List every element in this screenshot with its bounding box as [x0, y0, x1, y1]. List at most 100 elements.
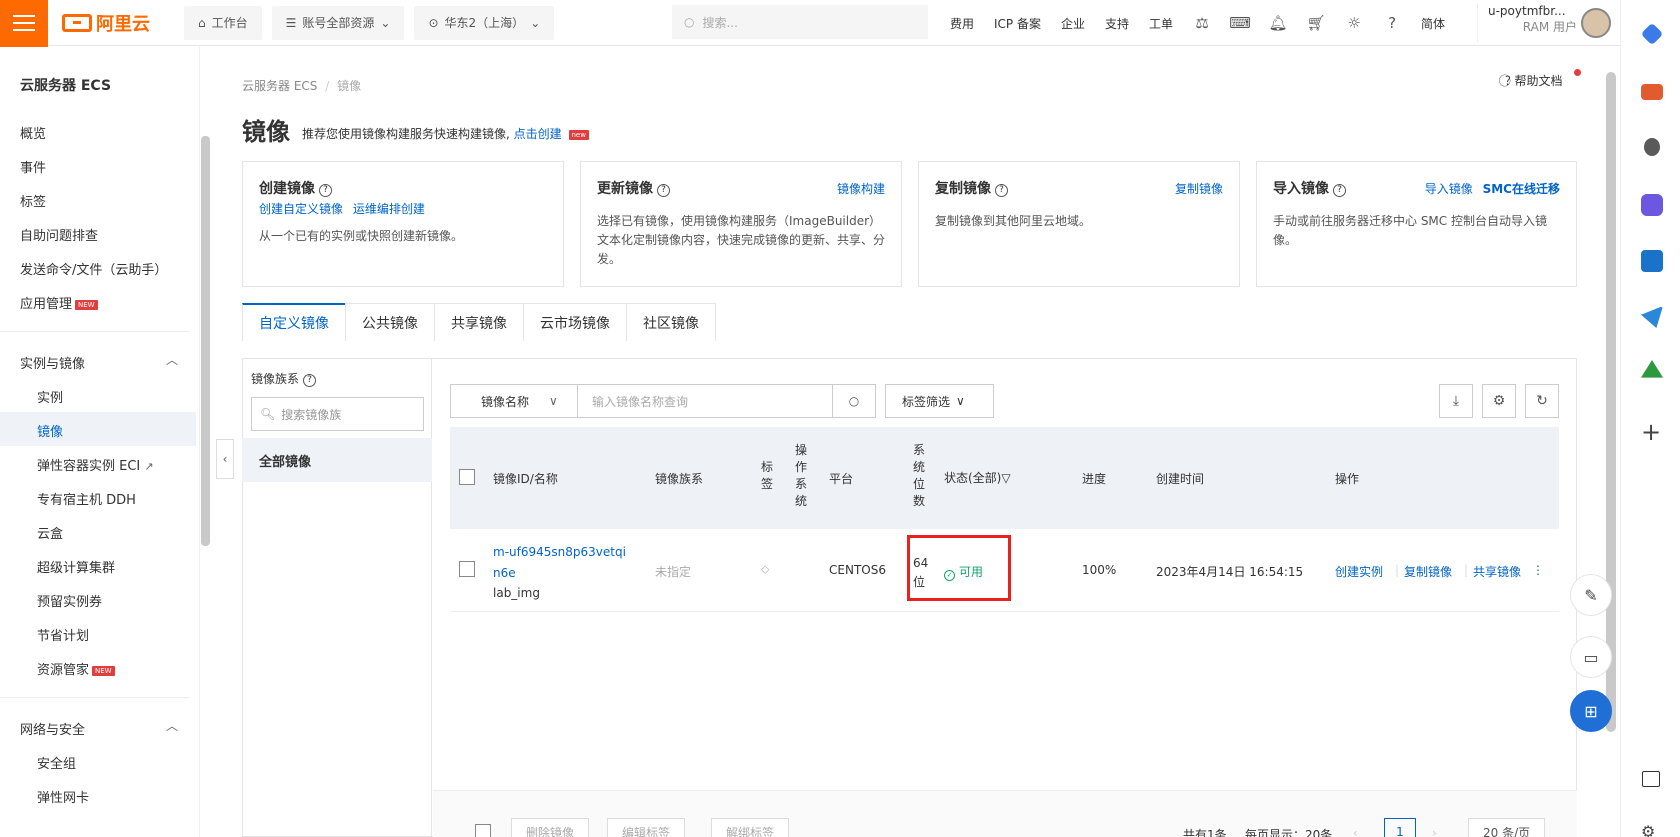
settings-icon[interactable]: ⚙ — [1641, 822, 1655, 837]
page-size-select[interactable]: 20 条/页 — [1468, 818, 1546, 837]
sidebar-item-cloud-assistant[interactable]: 发送命令/文件（云助手） — [20, 259, 167, 278]
sidebar-item-overview[interactable]: 概览 — [20, 123, 46, 142]
sidebar-item-eci[interactable]: 弹性容器实例 ECI ↗ — [37, 455, 154, 474]
puzzle-icon[interactable] — [1641, 194, 1663, 216]
tree-icon[interactable] — [1641, 360, 1663, 378]
tab-marketplace-images[interactable]: 云市场镜像 — [523, 303, 627, 341]
tab-shared-images[interactable]: 共享镜像 — [434, 303, 524, 341]
question-icon[interactable]: ? — [319, 184, 332, 197]
toolbox-icon[interactable] — [1641, 84, 1663, 100]
sidebar-item-eni[interactable]: 弹性网卡 — [37, 787, 89, 806]
create-custom-image-link[interactable]: 创建自定义镜像 — [259, 202, 343, 216]
sidebar-item-scc[interactable]: 超级计算集群 — [37, 557, 115, 576]
row-checkbox[interactable] — [459, 561, 475, 577]
header-status[interactable]: 状态(全部)▽ — [944, 469, 1011, 486]
tab-custom-images[interactable]: 自定义镜像 — [242, 303, 346, 341]
sidebar-group-network-security[interactable]: 网络与安全 — [20, 719, 85, 738]
send-icon[interactable] — [1641, 306, 1663, 328]
aliyun-logo[interactable]: 阿里云 — [62, 10, 162, 36]
sidebar-item-images[interactable]: 镜像 — [37, 421, 63, 440]
more-icon[interactable]: ⋮ — [1532, 563, 1544, 577]
refresh-button[interactable]: ↻ — [1525, 384, 1559, 418]
sidebar-item-cloudbox[interactable]: 云盒 — [37, 523, 63, 542]
copy-image-link[interactable]: 复制镜像 — [1175, 180, 1223, 197]
link-icp[interactable]: ICP 备案 — [994, 15, 1041, 32]
image-builder-link[interactable]: 镜像构建 — [837, 180, 885, 197]
family-all-images[interactable]: 全部镜像 — [242, 438, 432, 482]
import-image-link[interactable]: 导入镜像 — [1425, 182, 1473, 196]
prev-page-icon[interactable]: ‹ — [1353, 826, 1358, 837]
oos-create-link[interactable]: 运维编排创建 — [353, 202, 425, 216]
sidebar-item-savings-plan[interactable]: 节省计划 — [37, 625, 89, 644]
chevron-up-icon[interactable]: ︿ — [166, 717, 178, 734]
user-group-icon[interactable] — [1644, 138, 1660, 156]
tag-icon[interactable] — [1640, 22, 1664, 46]
page-number[interactable]: 1 — [1384, 818, 1416, 837]
link-ticket[interactable]: 工单 — [1149, 15, 1173, 32]
tab-community-images[interactable]: 社区镜像 — [626, 303, 716, 341]
feedback-float-button[interactable]: ▭ — [1570, 636, 1612, 678]
edit-tags-button[interactable]: 编辑标签 — [607, 818, 686, 837]
collapse-sidebar-button[interactable]: ‹ — [216, 439, 234, 479]
tag-icon[interactable]: ⬦ — [761, 562, 769, 577]
create-instance-link[interactable]: 创建实例 — [1335, 563, 1383, 580]
search-button[interactable]: ○ — [832, 384, 876, 418]
region-dropdown[interactable]: ⊙ 华东2（上海） ⌄ — [414, 5, 555, 40]
link-billing[interactable]: 费用 — [950, 15, 974, 32]
add-icon[interactable]: + — [1641, 418, 1661, 446]
create-link[interactable]: 点击创建 — [514, 127, 562, 141]
sidebar-group-instances-images[interactable]: 实例与镜像 — [20, 353, 85, 372]
family-search-input[interactable]: 🔍︎ 搜索镜像族 — [251, 397, 424, 431]
sidebar-item-security-group[interactable]: 安全组 — [37, 753, 76, 772]
sidebar-item-instances[interactable]: 实例 — [37, 387, 63, 406]
delete-image-button[interactable]: 删除镜像 — [511, 818, 590, 837]
sidebar-item-events[interactable]: 事件 — [20, 157, 46, 176]
cost-icon[interactable]: ⚖ — [1193, 14, 1211, 32]
user-menu[interactable]: u-poytmfbr... RAM 用户 — [1477, 4, 1617, 42]
menu-icon[interactable] — [0, 0, 48, 47]
image-name-search-input[interactable]: 输入镜像名称查询 — [577, 384, 833, 418]
breadcrumb-root[interactable]: 云服务器 ECS — [242, 79, 317, 93]
question-icon[interactable]: ? — [995, 184, 1008, 197]
unbind-tags-button[interactable]: 解绑标签 — [711, 818, 790, 837]
tag-filter-button[interactable]: 标签筛选 ∨ — [885, 384, 994, 418]
edit-float-button[interactable]: ✎ — [1570, 574, 1612, 616]
search-field-select[interactable]: 镜像名称 ∨ — [450, 384, 578, 418]
global-search-input[interactable]: ○ 搜索... — [672, 5, 928, 39]
sidebar-item-resource-manager[interactable]: 资源管家 NEW — [37, 659, 115, 678]
footer-select-all-checkbox[interactable] — [475, 824, 491, 837]
sidebar-item-tags[interactable]: 标签 — [20, 191, 46, 210]
language-switch[interactable]: 简体 — [1421, 15, 1445, 32]
question-icon[interactable]: ? — [657, 184, 670, 197]
account-scope-dropdown[interactable]: ☰ 账号全部资源 ⌄ — [271, 5, 405, 40]
copy-image-op-link[interactable]: 复制镜像 — [1404, 563, 1452, 580]
select-all-checkbox[interactable] — [459, 469, 475, 485]
question-icon[interactable]: ? — [303, 374, 317, 387]
link-enterprise[interactable]: 企业 — [1061, 15, 1085, 32]
link-support[interactable]: 支持 — [1105, 15, 1129, 32]
settings-button[interactable]: ⚙ — [1482, 384, 1516, 418]
main-scrollbar[interactable] — [1606, 72, 1616, 732]
bell-icon[interactable]: 🔔︎ — [1269, 14, 1288, 32]
sidebar-item-reserved-instances[interactable]: 预留实例券 — [37, 591, 102, 610]
download-button[interactable]: ⤓ — [1439, 384, 1473, 418]
cart-icon[interactable]: 🛒︎ — [1307, 14, 1326, 32]
apps-float-button[interactable]: ⊞ — [1570, 690, 1612, 732]
filter-icon[interactable]: ▽ — [1001, 471, 1010, 485]
help-docs-link[interactable]: ?⃝ 帮助文档 — [1505, 72, 1563, 89]
workbench-button[interactable]: ⌂ 工作台 — [184, 5, 262, 40]
image-id-link[interactable]: m-uf6945sn8p63vetqin6e — [493, 542, 633, 584]
sidebar-item-ddh[interactable]: 专有宿主机 DDH — [37, 489, 136, 508]
sidebar-item-app-management[interactable]: 应用管理 NEW — [20, 293, 98, 312]
sidebar-toggle-icon[interactable] — [1642, 771, 1660, 787]
terminal-icon[interactable]: ⌨ — [1229, 14, 1251, 32]
smc-migrate-link[interactable]: SMC在线迁移 — [1483, 182, 1560, 196]
outlook-icon[interactable] — [1641, 250, 1663, 272]
lightbulb-icon[interactable]: ☼ — [1345, 14, 1363, 32]
sidebar-item-troubleshoot[interactable]: 自助问题排查 — [20, 225, 98, 244]
help-icon[interactable]: ? — [1383, 14, 1401, 32]
next-page-icon[interactable]: › — [1432, 826, 1437, 837]
tab-public-images[interactable]: 公共镜像 — [345, 303, 435, 341]
share-image-link[interactable]: 共享镜像 — [1473, 563, 1521, 580]
chevron-up-icon[interactable]: ︿ — [166, 351, 178, 368]
